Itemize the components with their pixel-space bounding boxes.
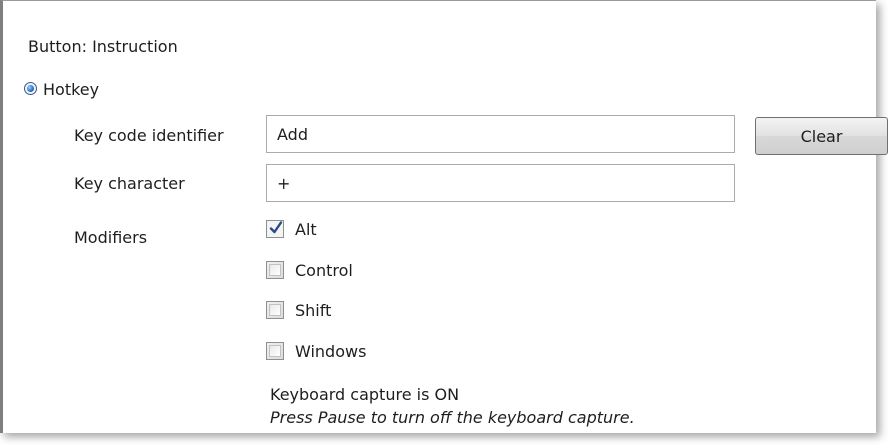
control-checkbox[interactable] — [266, 261, 284, 279]
clear-button[interactable]: Clear — [755, 117, 888, 155]
radio-dot-icon — [27, 85, 34, 92]
key-character-label: Key character — [74, 174, 185, 193]
hotkey-label[interactable]: Hotkey — [43, 80, 99, 100]
shift-label[interactable]: Shift — [295, 301, 331, 321]
capture-hint: Press Pause to turn off the keyboard cap… — [270, 408, 635, 427]
checkmark-icon — [269, 221, 283, 234]
alt-label[interactable]: Alt — [295, 220, 317, 240]
capture-status: Keyboard capture is ON — [270, 385, 460, 404]
key-code-input[interactable] — [266, 115, 735, 153]
windows-checkbox[interactable] — [266, 342, 284, 360]
instruction-panel: Button: Instruction Hotkey Key code iden… — [0, 0, 888, 433]
clear-button-label: Clear — [800, 126, 843, 146]
control-label[interactable]: Control — [295, 261, 353, 281]
modifiers-label: Modifiers — [74, 228, 148, 247]
key-code-label: Key code identifier — [74, 126, 224, 145]
section-title: Button: Instruction — [28, 37, 178, 56]
key-character-input[interactable] — [266, 164, 735, 202]
shift-checkbox[interactable] — [266, 301, 284, 319]
hotkey-radio[interactable] — [24, 82, 37, 95]
windows-label[interactable]: Windows — [295, 342, 366, 362]
alt-checkbox[interactable] — [266, 220, 284, 238]
